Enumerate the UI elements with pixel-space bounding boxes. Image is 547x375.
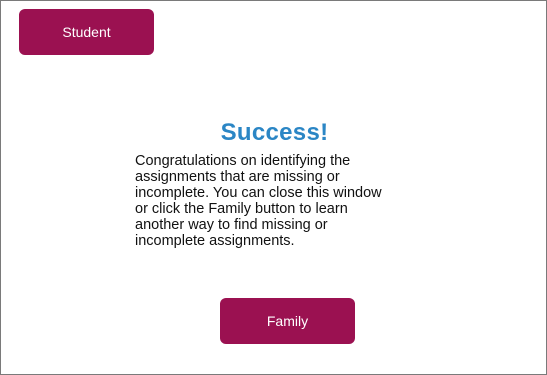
success-title: Success! (220, 119, 329, 146)
student-button[interactable]: Student (19, 9, 154, 55)
family-button[interactable]: Family (220, 298, 355, 344)
success-message: Congratulations on identifying the assig… (135, 153, 382, 249)
dialog-window: Student Success! Congratulations on iden… (0, 0, 547, 375)
